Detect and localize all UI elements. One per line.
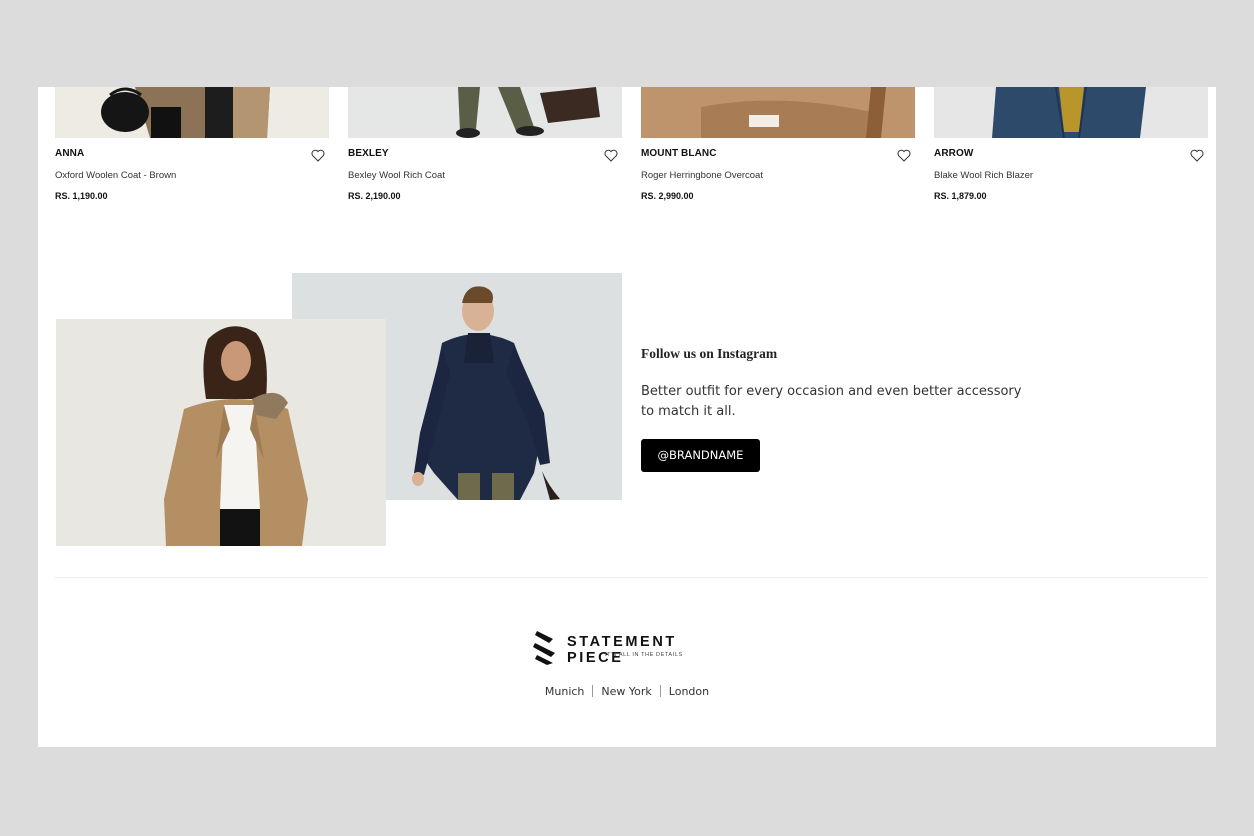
logo-mark-icon	[533, 629, 557, 665]
city-separator	[592, 685, 594, 697]
product-brand[interactable]: BEXLEY	[348, 148, 389, 159]
product-brand[interactable]: ANNA	[55, 148, 84, 159]
product-price: RS. 1,879.00	[934, 191, 987, 201]
product-brand[interactable]: ARROW	[934, 148, 973, 159]
footer-divider	[55, 577, 1208, 578]
instagram-handle-button[interactable]: @BRANDNAME	[641, 439, 760, 472]
heart-icon[interactable]	[1190, 149, 1204, 162]
instagram-description: Better outfit for every occasion and eve…	[641, 384, 1022, 419]
product-name[interactable]: Bexley Wool Rich Coat	[348, 170, 445, 181]
city-separator	[659, 685, 661, 697]
logo-name: STATEMENT PIECE	[567, 634, 677, 666]
product-row: ANNA Oxford Woolen Coat - Brown RS. 1,19…	[55, 87, 1208, 217]
page: ANNA Oxford Woolen Coat - Brown RS. 1,19…	[38, 87, 1216, 747]
instagram-title: Follow us on Instagram	[641, 346, 778, 361]
heart-icon[interactable]	[311, 149, 325, 162]
brand-logo[interactable]: STATEMENT PIECE IT'S ALL IN THE DETAILS	[533, 629, 733, 666]
product-name[interactable]: Oxford Woolen Coat - Brown	[55, 170, 176, 181]
product-card-anna[interactable]: ANNA Oxford Woolen Coat - Brown RS. 1,19…	[55, 87, 329, 201]
city-links: Munich New York London	[38, 685, 1216, 698]
heart-icon[interactable]	[604, 149, 618, 162]
product-name[interactable]: Blake Wool Rich Blazer	[934, 170, 1033, 181]
product-brand[interactable]: MOUNT BLANC	[641, 148, 717, 159]
product-image[interactable]	[934, 87, 1208, 138]
logo-tagline: IT'S ALL IN THE DETAILS	[605, 652, 683, 658]
product-image[interactable]	[348, 87, 622, 138]
product-price: RS. 1,190.00	[55, 191, 108, 201]
product-card-mount-blanc[interactable]: MOUNT BLANC Roger Herringbone Overcoat R…	[641, 87, 915, 201]
city-link-new-york[interactable]: New York	[601, 685, 651, 698]
product-image[interactable]	[641, 87, 915, 138]
product-price: RS. 2,990.00	[641, 191, 694, 201]
product-image[interactable]	[55, 87, 329, 138]
instagram-photo-woman[interactable]	[56, 319, 386, 546]
heart-icon[interactable]	[897, 149, 911, 162]
product-card-bexley[interactable]: BEXLEY Bexley Wool Rich Coat RS. 2,190.0…	[348, 87, 622, 201]
product-price: RS. 2,190.00	[348, 191, 401, 201]
city-link-munich[interactable]: Munich	[545, 685, 585, 698]
city-link-london[interactable]: London	[669, 685, 709, 698]
product-card-arrow[interactable]: ARROW Blake Wool Rich Blazer RS. 1,879.0…	[934, 87, 1208, 201]
product-name[interactable]: Roger Herringbone Overcoat	[641, 170, 763, 181]
